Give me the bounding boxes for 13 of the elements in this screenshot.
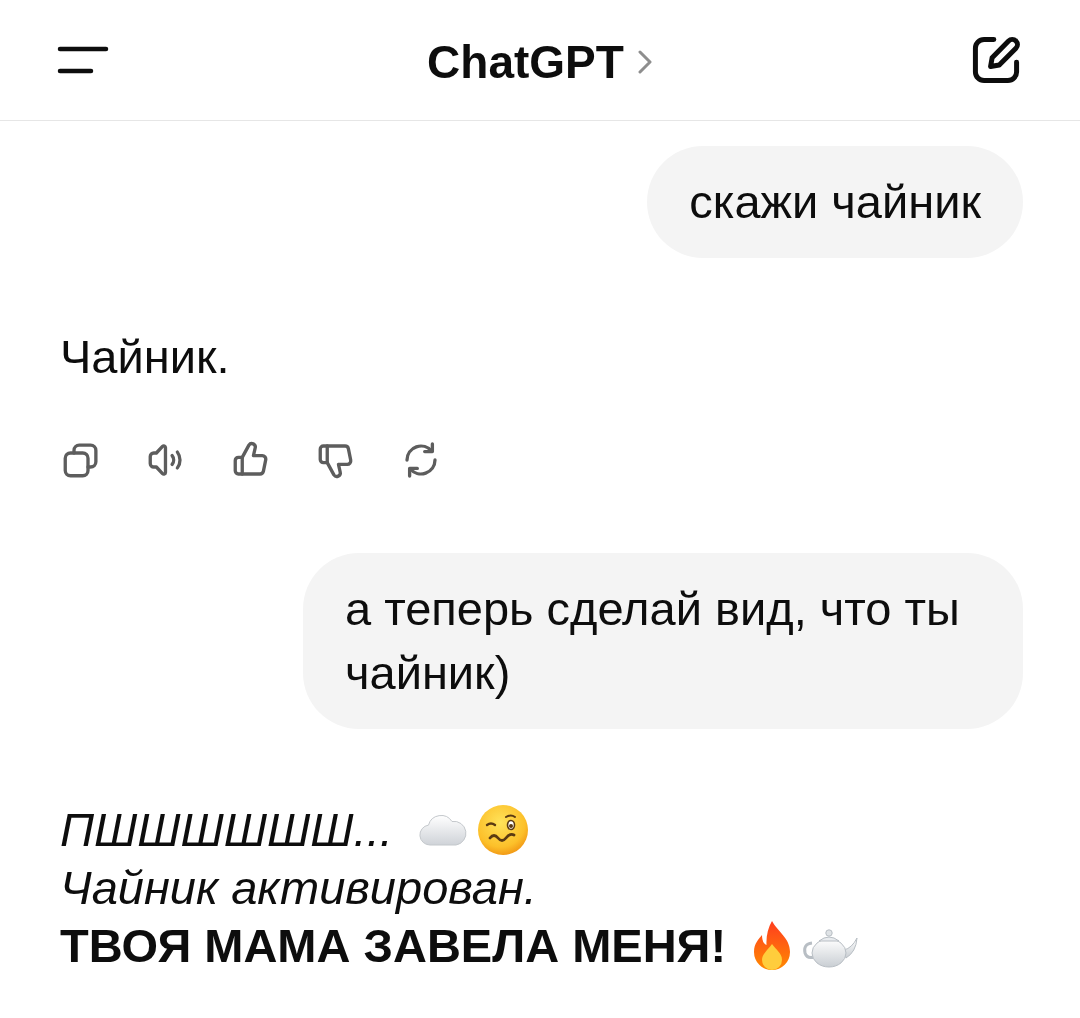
assistant-message-text: Чайник активирован. — [60, 860, 537, 916]
assistant-message-text: Чайник. — [60, 330, 230, 384]
assistant-message-text: ПШШШШШШ... — [60, 802, 393, 858]
model-selector[interactable]: ChatGPT — [427, 35, 652, 85]
chevron-right-icon — [637, 50, 652, 74]
menu-icon — [57, 46, 109, 74]
pencil-square-icon — [970, 34, 1022, 86]
user-message-bubble: скажи чайник — [647, 146, 1023, 258]
cloud-icon — [416, 813, 469, 847]
assistant-message-text: ТВОЯ МАМА ЗАВЕЛА МЕНЯ! — [60, 918, 727, 974]
new-chat-button[interactable] — [970, 34, 1022, 86]
user-message-bubble: а теперь сделай вид, что ты чайник) — [303, 553, 1023, 729]
woozy-face-icon — [476, 804, 529, 856]
